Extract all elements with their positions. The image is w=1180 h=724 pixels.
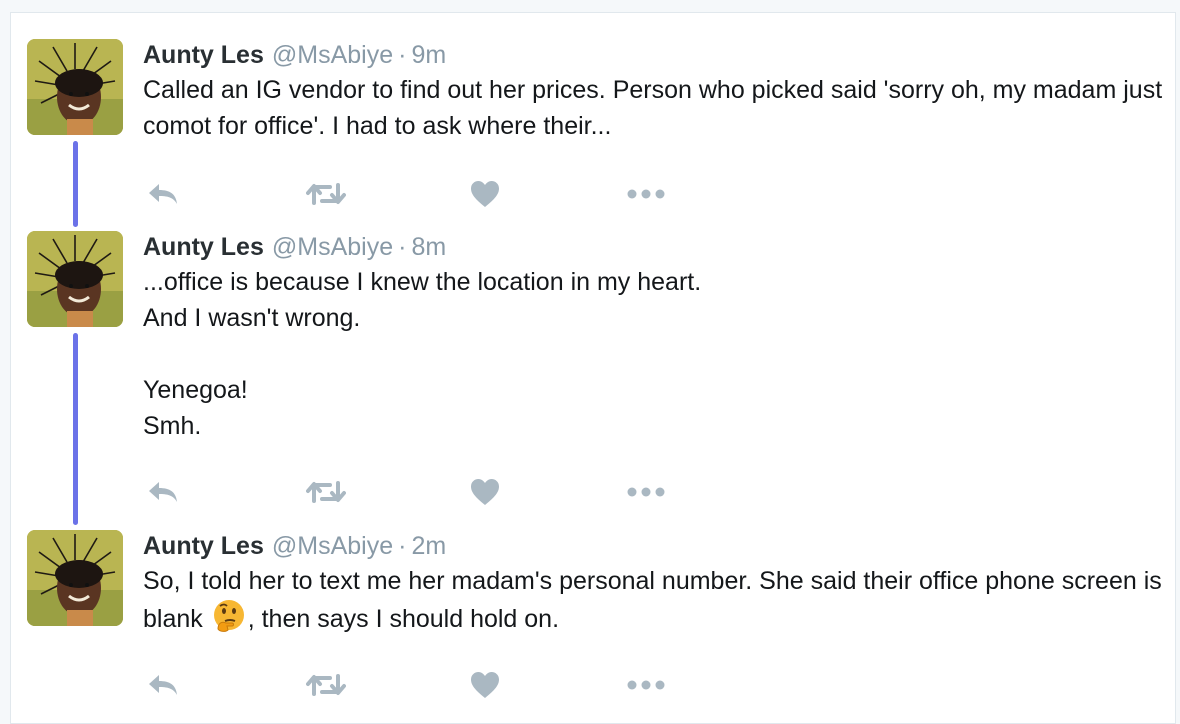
timestamp[interactable]: 9m (411, 41, 446, 69)
tweet-text: So, I told her to text me her madam's pe… (143, 563, 1163, 637)
tweet-text-part: , then says I should hold on. (247, 605, 560, 633)
retweet-button[interactable] (303, 177, 349, 211)
author-name[interactable]: Aunty Les (143, 532, 264, 560)
like-button[interactable] (467, 668, 503, 702)
avatar[interactable] (27, 530, 123, 626)
reply-button[interactable] (143, 475, 183, 509)
retweet-icon (306, 481, 346, 503)
reply-button[interactable] (143, 177, 183, 211)
more-button[interactable] (623, 177, 669, 211)
author-name[interactable]: Aunty Les (143, 41, 264, 69)
thinking-face-emoji-icon (213, 600, 244, 632)
tweet-actions (143, 177, 703, 211)
like-button[interactable] (467, 475, 503, 509)
tweet-text: Called an IG vendor to find out her pric… (143, 76, 1170, 140)
retweet-button[interactable] (303, 475, 349, 509)
thread-connector (73, 141, 78, 227)
like-button[interactable] (467, 177, 503, 211)
like-icon (471, 479, 499, 505)
author-handle[interactable]: @MsAbiye (272, 41, 393, 69)
avatar[interactable] (27, 39, 123, 135)
separator: · (398, 233, 407, 261)
author-handle[interactable]: @MsAbiye (272, 532, 393, 560)
author-name[interactable]: Aunty Les (143, 233, 264, 261)
more-button[interactable] (623, 668, 669, 702)
separator: · (398, 532, 407, 560)
more-icon (627, 189, 665, 199)
reply-icon (149, 184, 177, 204)
reply-icon (149, 675, 177, 695)
avatar[interactable] (27, 231, 123, 327)
tweet-header: Aunty Les @MsAbiye · 9m (143, 39, 446, 71)
tweet-actions (143, 475, 703, 509)
retweet-button[interactable] (303, 668, 349, 702)
retweet-icon (306, 183, 346, 205)
tweet-thread: Aunty Les @MsAbiye · 9m Called an IG vendor… (10, 12, 1176, 724)
thread-connector (73, 333, 78, 525)
author-handle[interactable]: @MsAbiye (272, 233, 393, 261)
separator: · (398, 41, 407, 69)
more-icon (627, 680, 665, 690)
tweet-text: ...office is because I knew the location… (143, 268, 702, 440)
like-icon (471, 181, 499, 207)
retweet-icon (306, 674, 346, 696)
tweet-header: Aunty Les @MsAbiye · 8m (143, 231, 446, 263)
tweet-header: Aunty Les @MsAbiye · 2m (143, 530, 446, 562)
timestamp[interactable]: 8m (411, 233, 446, 261)
tweet-actions (143, 668, 703, 702)
reply-icon (149, 482, 177, 502)
more-icon (627, 487, 665, 497)
timestamp[interactable]: 2m (411, 532, 446, 560)
like-icon (471, 672, 499, 698)
more-button[interactable] (623, 475, 669, 509)
reply-button[interactable] (143, 668, 183, 702)
